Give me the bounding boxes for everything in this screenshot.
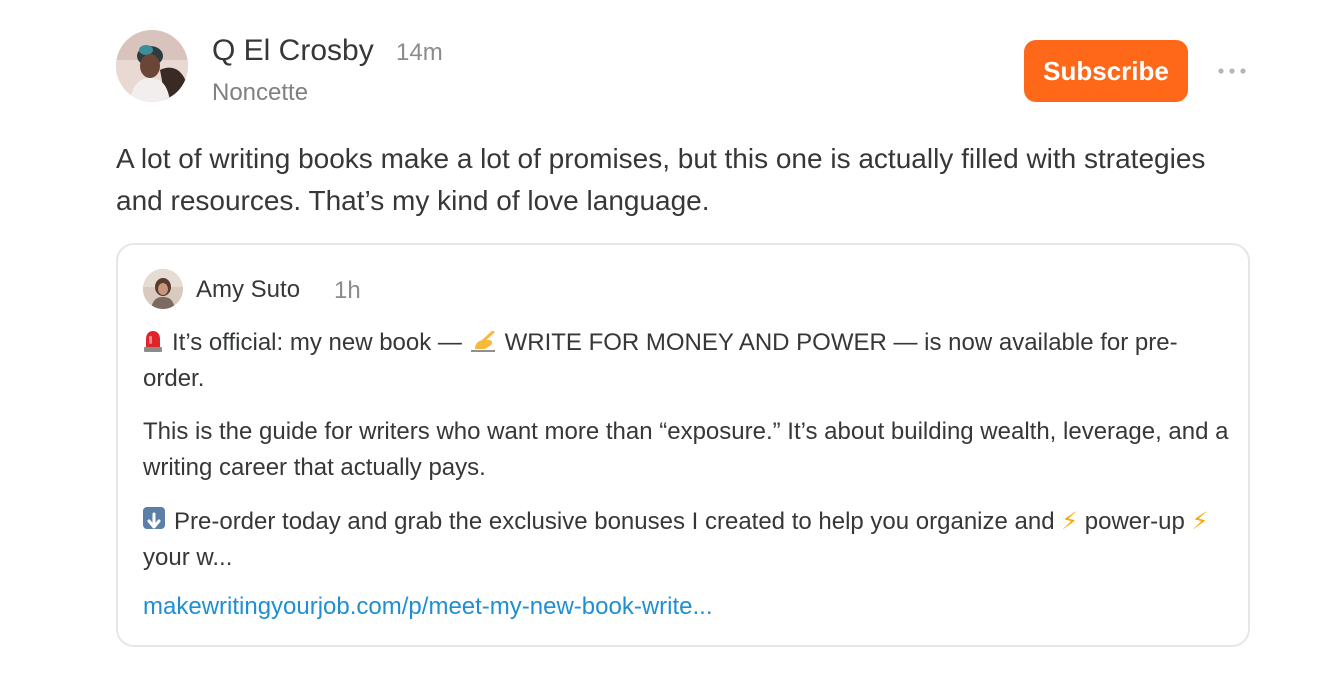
siren-icon <box>143 327 163 352</box>
publication-name[interactable]: Noncette <box>212 79 308 107</box>
bolt-icon: ⚡ <box>1061 507 1079 535</box>
quoted-paragraph: This is the guide for writers who want m… <box>143 418 1229 481</box>
quoted-note-card[interactable]: Amy Suto 1h It’s official: my new book — <box>116 243 1250 647</box>
subscribe-button[interactable]: Subscribe <box>1024 40 1188 102</box>
quoted-para1-prefix: It’s official: my new book — <box>172 329 462 356</box>
bolt-icon: ⚡ <box>1191 507 1209 535</box>
quoted-author-name[interactable]: Amy Suto <box>196 276 300 304</box>
quoted-body: It’s official: my new book — WRITE FOR M… <box>143 325 1233 621</box>
post-body-text: A lot of writing books make a lot of pro… <box>116 143 1206 216</box>
author-avatar[interactable] <box>116 30 188 102</box>
author-name[interactable]: Q El Crosby <box>212 34 374 68</box>
down-arrow-icon <box>143 507 165 529</box>
quoted-para3-part3: your w... <box>143 544 233 571</box>
more-options-button[interactable] <box>1214 58 1250 84</box>
writing-hand-icon <box>469 328 497 352</box>
quoted-paragraph: It’s official: my new book — WRITE FOR M… <box>143 325 1233 397</box>
quoted-author-avatar[interactable] <box>143 269 183 309</box>
post-timestamp[interactable]: 14m <box>396 39 443 67</box>
quoted-para3-part1: Pre-order today and grab the exclusive b… <box>174 508 1055 535</box>
quoted-link[interactable]: makewritingyourjob.com/p/meet-my-new-boo… <box>143 593 1233 621</box>
quoted-timestamp[interactable]: 1h <box>334 277 361 305</box>
quoted-paragraph: Pre-order today and grab the exclusive b… <box>143 503 1233 576</box>
quoted-para3-part2: power-up <box>1084 508 1185 535</box>
more-icon <box>1218 68 1246 74</box>
